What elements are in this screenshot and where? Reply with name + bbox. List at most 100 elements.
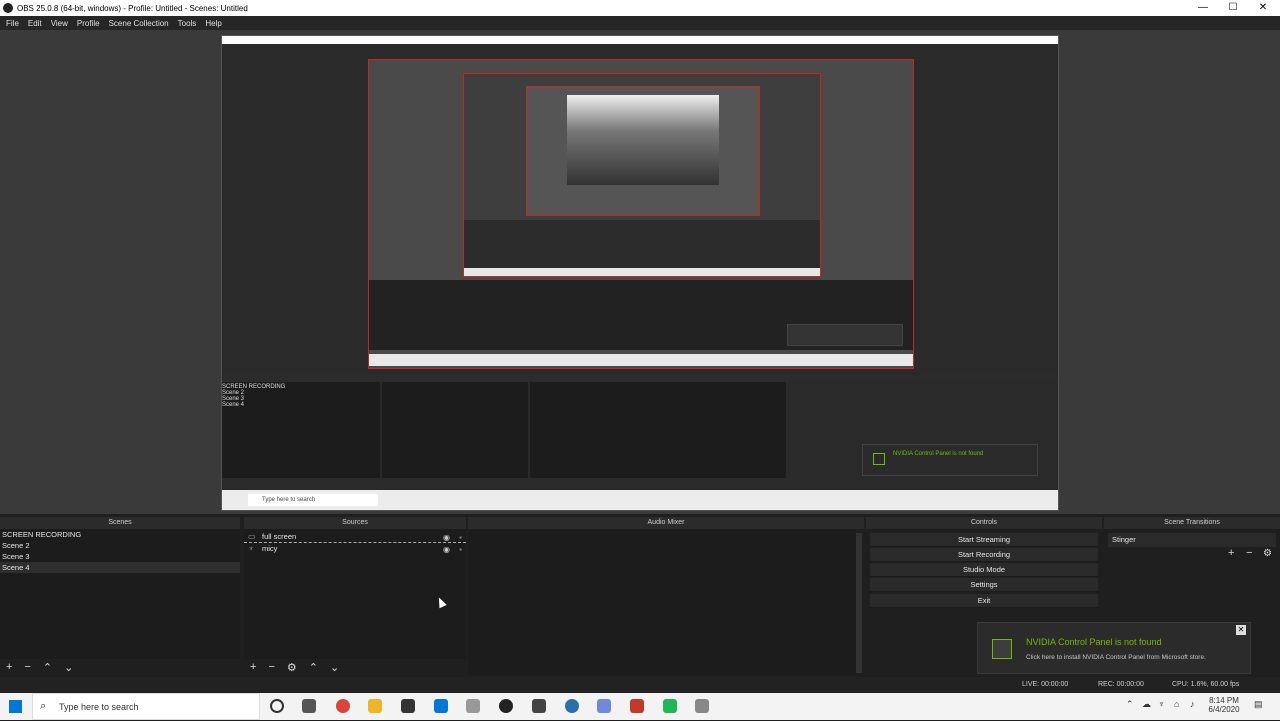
- taskbar-time: 8:14 PM: [1209, 696, 1239, 705]
- status-bar: LIVE: 00:00:00 REC: 00:00:00 CPU: 1.6%, …: [0, 677, 1280, 693]
- minimize-button[interactable]: —: [1188, 0, 1218, 16]
- obs-taskbar-icon[interactable]: [499, 699, 513, 713]
- scene-item-selected[interactable]: Scene 4: [0, 562, 240, 573]
- windows-taskbar: Type here to search ⌕ ⌃ ☁ ♆ ⌂ ♪ 8:14 PM …: [0, 693, 1280, 720]
- menu-file[interactable]: File: [6, 19, 19, 28]
- nested-titlebar: [222, 36, 1058, 44]
- transitions-panel-header: Scene Transitions: [1104, 517, 1280, 529]
- menu-bar: File Edit View Profile Scene Collection …: [0, 16, 1280, 30]
- nested-capture-5: [567, 95, 719, 185]
- settings-button[interactable]: Settings: [870, 578, 1098, 592]
- nested-taskbar-2: [369, 354, 913, 366]
- nested-notification-title: NVIDIA Control Panel is not found: [893, 451, 984, 457]
- visibility-eye-icon[interactable]: ◉: [443, 544, 450, 556]
- start-recording-button[interactable]: Start Recording: [870, 548, 1098, 562]
- discord-icon[interactable]: [597, 699, 611, 713]
- store-icon[interactable]: [401, 699, 415, 713]
- nvidia-icon: [992, 639, 1012, 659]
- task-view-icon[interactable]: [302, 699, 316, 713]
- source-name: full screen: [262, 532, 297, 541]
- nested-notification-2: [787, 324, 903, 346]
- nested-sources-1: [382, 382, 528, 478]
- nested-audio-1: [530, 382, 786, 478]
- exit-button[interactable]: Exit: [870, 594, 1098, 608]
- nvidia-notification[interactable]: NVIDIA Control Panel is not found Click …: [977, 622, 1251, 674]
- scene-item[interactable]: SCREEN RECORDING: [0, 529, 240, 540]
- nested-docks-3: [464, 220, 820, 268]
- remove-scene-button[interactable]: −: [24, 661, 30, 673]
- scenes-list: SCREEN RECORDING Scene 2 Scene 3 Scene 4: [0, 529, 240, 659]
- move-down-icon[interactable]: ⌄: [64, 661, 73, 674]
- source-item[interactable]: ▭ full screen ◉ ▪: [244, 531, 466, 543]
- notification-subtitle: Click here to install NVIDIA Control Pan…: [1026, 654, 1206, 661]
- preview-canvas[interactable]: SCREEN RECORDING Scene 2 Scene 3 Scene 4…: [0, 30, 1280, 514]
- nested-scene-name: Scene 4: [222, 402, 245, 408]
- menu-help[interactable]: Help: [205, 19, 221, 28]
- remove-source-button[interactable]: −: [268, 661, 274, 673]
- nested-nvidia-icon: [873, 453, 885, 465]
- lock-icon[interactable]: ▪: [459, 544, 462, 556]
- nested-capture-4: [526, 86, 760, 216]
- app-icon[interactable]: [695, 699, 709, 713]
- close-button[interactable]: ✕: [1248, 0, 1278, 16]
- audio-mixer-panel-header: Audio Mixer: [468, 517, 864, 529]
- mic-icon: ♆: [248, 544, 254, 553]
- chrome-icon[interactable]: [336, 699, 350, 713]
- cortana-icon[interactable]: [270, 699, 284, 713]
- gear-icon[interactable]: ⚙: [287, 661, 297, 674]
- nested-taskbar-1: Type here to search: [222, 490, 1058, 510]
- studio-mode-button[interactable]: Studio Mode: [870, 563, 1098, 577]
- menu-scene-collection[interactable]: Scene Collection: [109, 19, 169, 28]
- sources-list: ▭ full screen ◉ ▪ ♆ micy ◉ ▪: [244, 529, 466, 659]
- transition-select[interactable]: Stinger: [1108, 533, 1276, 547]
- nested-panel-headers-1: [222, 374, 1058, 382]
- nested-controls-1: [792, 386, 940, 436]
- volume-icon[interactable]: ♪: [1190, 699, 1195, 709]
- menu-view[interactable]: View: [51, 19, 68, 28]
- notification-center-icon[interactable]: ▤: [1254, 699, 1263, 710]
- taskbar-search[interactable]: Type here to search: [32, 693, 260, 720]
- network-icon[interactable]: ⌂: [1174, 699, 1179, 709]
- start-streaming-button[interactable]: Start Streaming: [870, 533, 1098, 547]
- obs-logo-icon: [3, 3, 13, 13]
- windows-start-icon[interactable]: [9, 700, 22, 713]
- menu-tools[interactable]: Tools: [178, 19, 197, 28]
- nested-taskbar-3: [464, 268, 820, 276]
- scene-item[interactable]: Scene 2: [0, 540, 240, 551]
- maximize-button[interactable]: ☐: [1218, 0, 1248, 16]
- nested-capture-3: [463, 73, 821, 277]
- nested-capture-1: SCREEN RECORDING Scene 2 Scene 3 Scene 4…: [221, 35, 1059, 511]
- mail-icon[interactable]: [434, 699, 448, 713]
- sources-toolbar: + − ⚙ ⌃ ⌄: [244, 659, 466, 675]
- sources-panel-header: Sources: [244, 517, 466, 529]
- transition-gear-icon[interactable]: ⚙: [1263, 548, 1272, 559]
- tray-app-icon[interactable]: ☁: [1142, 699, 1151, 710]
- monitor-icon: ▭: [248, 532, 256, 541]
- app-icon[interactable]: [532, 699, 546, 713]
- remove-transition-button[interactable]: −: [1246, 547, 1252, 559]
- scenes-toolbar: + − ⌃ ⌄: [0, 659, 240, 675]
- add-scene-button[interactable]: +: [6, 661, 12, 673]
- tray-chevron-icon[interactable]: ⌃: [1126, 699, 1134, 710]
- spotify-icon[interactable]: [663, 699, 677, 713]
- move-down-icon[interactable]: ⌄: [330, 661, 339, 674]
- taskbar-clock[interactable]: 8:14 PM 6/4/2020: [1204, 696, 1244, 714]
- tray-mic-icon[interactable]: ♆: [1158, 699, 1165, 709]
- move-up-icon[interactable]: ⌃: [309, 661, 318, 674]
- move-up-icon[interactable]: ⌃: [43, 661, 52, 674]
- app-icon[interactable]: [466, 699, 480, 713]
- rec-status: REC: 00:00:00: [1098, 681, 1144, 688]
- menu-profile[interactable]: Profile: [77, 19, 100, 28]
- app-icon[interactable]: [565, 699, 579, 713]
- scene-item[interactable]: Scene 3: [0, 551, 240, 562]
- add-transition-button[interactable]: +: [1228, 547, 1234, 559]
- menu-edit[interactable]: Edit: [28, 19, 42, 28]
- source-item[interactable]: ♆ micy ◉ ▪: [244, 543, 466, 555]
- app-icon[interactable]: [630, 699, 644, 713]
- nested-notification-1: NVIDIA Control Panel is not found: [862, 444, 1038, 476]
- search-icon: ⌕: [40, 700, 47, 712]
- file-explorer-icon[interactable]: [368, 699, 382, 713]
- notification-close-icon[interactable]: ✕: [1236, 625, 1246, 635]
- audio-mixer-scrollbar[interactable]: [856, 533, 862, 673]
- add-source-button[interactable]: +: [250, 661, 256, 673]
